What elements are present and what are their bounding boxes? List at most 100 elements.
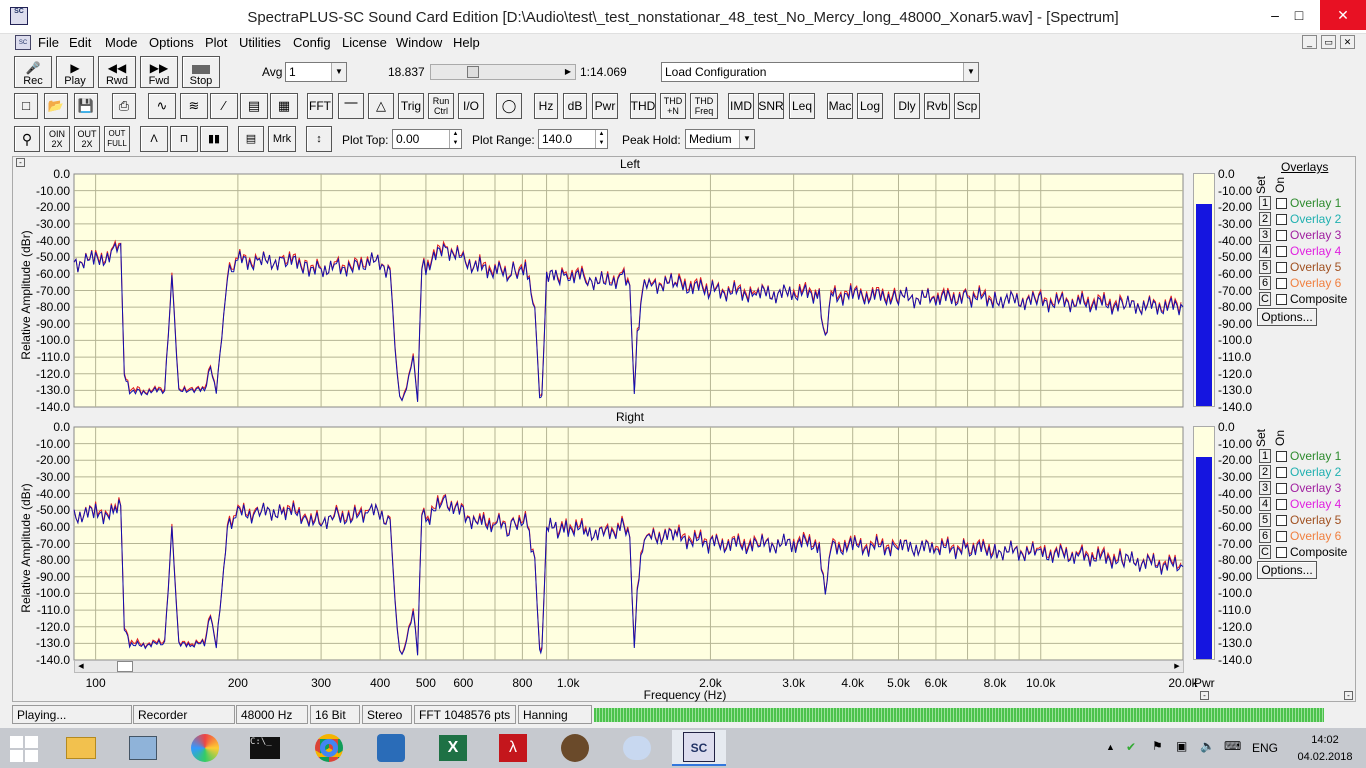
overlay-set-button[interactable]: 6 xyxy=(1259,529,1271,543)
overlay-checkbox[interactable] xyxy=(1276,246,1287,257)
overlay-checkbox[interactable] xyxy=(1276,499,1287,510)
overlay-checkbox[interactable] xyxy=(1276,262,1287,273)
menu-edit[interactable]: Edit xyxy=(69,34,91,52)
paint-icon[interactable] xyxy=(610,730,664,766)
overlay-set-button[interactable]: C xyxy=(1259,292,1271,306)
print-button[interactable]: ⎙ xyxy=(112,93,136,119)
overlay-set-button[interactable]: 2 xyxy=(1259,465,1271,479)
phase-button[interactable]: ∕ xyxy=(210,93,238,119)
menu-config[interactable]: Config xyxy=(293,34,331,52)
menu-utilities[interactable]: Utilities xyxy=(239,34,281,52)
tb-i-o-button[interactable]: I/O xyxy=(458,93,484,119)
explorer-icon[interactable] xyxy=(54,730,108,766)
tray-up-arrow-icon[interactable]: ▲ xyxy=(1106,742,1115,752)
overlay-checkbox[interactable] xyxy=(1276,230,1287,241)
overlay-checkbox[interactable] xyxy=(1276,467,1287,478)
generator-button[interactable]: ◯ xyxy=(496,93,522,119)
network-app-icon[interactable] xyxy=(548,730,602,766)
overlay-checkbox[interactable] xyxy=(1276,547,1287,558)
save-button[interactable]: 💾 xyxy=(74,93,98,119)
tb-trig-button[interactable]: Trig xyxy=(398,93,424,119)
tb-log-button[interactable]: Log xyxy=(857,93,883,119)
scale-button[interactable]: ⎻ xyxy=(338,93,364,119)
tb-run-ctrl-button[interactable]: Run Ctrl xyxy=(428,93,454,119)
overlay-checkbox[interactable] xyxy=(1276,294,1287,305)
chrome-icon[interactable] xyxy=(302,730,356,766)
overlay-set-button[interactable]: 2 xyxy=(1259,212,1271,226)
new-file-button[interactable]: □ xyxy=(14,93,38,119)
meter-tick-label: -140.0 xyxy=(1218,653,1253,667)
overlay-checkbox[interactable] xyxy=(1276,531,1287,542)
overlay-set-button[interactable]: 5 xyxy=(1259,513,1271,527)
tray-volume-icon[interactable]: 🔈 xyxy=(1200,739,1215,753)
overlay-checkbox[interactable] xyxy=(1276,278,1287,289)
panel-collapse-icon-2[interactable]: - xyxy=(1344,691,1353,700)
overlay-options-button[interactable]: Options... xyxy=(1257,561,1317,579)
windows-start-icon[interactable] xyxy=(10,736,38,762)
tb-rvb-button[interactable]: Rvb xyxy=(924,93,950,119)
tb-pwr-button[interactable]: Pwr xyxy=(592,93,618,119)
tb-db-button[interactable]: dB xyxy=(563,93,587,119)
tb-thd-freq-button[interactable]: THD Freq xyxy=(690,93,718,119)
pdf-icon[interactable]: λ xyxy=(486,730,540,766)
spectrum-button[interactable]: ≋ xyxy=(180,93,208,119)
menu-window[interactable]: Window xyxy=(396,34,442,52)
overlay-checkbox[interactable] xyxy=(1276,198,1287,209)
status-cell: FFT 1048576 pts xyxy=(414,705,516,724)
menu-options[interactable]: Options xyxy=(149,34,194,52)
tb-thd-button[interactable]: THD xyxy=(630,93,656,119)
tb-fft-button[interactable]: FFT xyxy=(307,93,333,119)
menu-help[interactable]: Help xyxy=(453,34,480,52)
tb-imd-button[interactable]: IMD xyxy=(728,93,754,119)
open-folder-button[interactable]: 📂 xyxy=(44,93,68,119)
tb-dly-button[interactable]: Dly xyxy=(894,93,920,119)
horizontal-scrollbar[interactable]: ◀ ▶ xyxy=(74,660,1184,673)
overlay-set-button[interactable]: 4 xyxy=(1259,244,1271,258)
photo-app-icon[interactable] xyxy=(178,730,232,766)
spectrogram-button[interactable]: ▤ xyxy=(240,93,268,119)
overlay-set-button[interactable]: 1 xyxy=(1259,196,1271,210)
scroll-right-arrow[interactable]: ▶ xyxy=(1171,661,1183,672)
scroll-left-arrow[interactable]: ◀ xyxy=(75,661,87,672)
overlay-set-button[interactable]: 3 xyxy=(1259,481,1271,495)
scroll-thumb[interactable] xyxy=(117,661,133,672)
cmd-icon[interactable]: C:\_ xyxy=(238,730,292,766)
overlay-set-button[interactable]: 6 xyxy=(1259,276,1271,290)
perfmon-icon[interactable] xyxy=(116,730,170,766)
virtualbox-icon[interactable] xyxy=(364,730,418,766)
panel-collapse-icon[interactable]: - xyxy=(1200,691,1209,700)
tb-snr-button[interactable]: SNR xyxy=(758,93,784,119)
tray-language[interactable]: ENG xyxy=(1252,741,1278,755)
weighting-button[interactable]: △ xyxy=(368,93,394,119)
overlay-options-button[interactable]: Options... xyxy=(1257,308,1317,326)
overlay-checkbox[interactable] xyxy=(1276,483,1287,494)
tray-keyboard-icon[interactable]: ⌨ xyxy=(1224,739,1241,753)
overlay-set-button[interactable]: C xyxy=(1259,545,1271,559)
tray-time[interactable]: 14:02 xyxy=(1300,734,1350,746)
overlay-checkbox[interactable] xyxy=(1276,214,1287,225)
overlay-label: Overlay 4 xyxy=(1290,244,1342,258)
tray-flag-icon[interactable]: ⚑ xyxy=(1152,739,1163,753)
menu-file[interactable]: File xyxy=(38,34,59,52)
tray-shield-icon[interactable]: ✔ xyxy=(1126,740,1136,754)
overlay-set-button[interactable]: 1 xyxy=(1259,449,1271,463)
excel-icon[interactable]: X xyxy=(426,730,480,766)
tb-scp-button[interactable]: Scp xyxy=(954,93,980,119)
3d-surface-button[interactable]: ▦ xyxy=(270,93,298,119)
overlay-checkbox[interactable] xyxy=(1276,515,1287,526)
overlay-set-button[interactable]: 3 xyxy=(1259,228,1271,242)
tb-hz-button[interactable]: Hz xyxy=(534,93,558,119)
tray-date[interactable]: 04.02.2018 xyxy=(1293,751,1357,763)
menu-mode[interactable]: Mode xyxy=(105,34,138,52)
menu-license[interactable]: License xyxy=(342,34,387,52)
tb-mac-button[interactable]: Mac xyxy=(827,93,853,119)
overlay-set-button[interactable]: 4 xyxy=(1259,497,1271,511)
spectraplus-icon[interactable]: SC xyxy=(672,730,726,766)
menu-plot[interactable]: Plot xyxy=(205,34,227,52)
tb-leq-button[interactable]: Leq xyxy=(789,93,815,119)
overlay-set-button[interactable]: 5 xyxy=(1259,260,1271,274)
tb-thd-n-button[interactable]: THD +N xyxy=(660,93,686,119)
overlay-checkbox[interactable] xyxy=(1276,451,1287,462)
tray-network-icon[interactable]: ▣ xyxy=(1176,739,1187,753)
waveform-button[interactable]: ∿ xyxy=(148,93,176,119)
